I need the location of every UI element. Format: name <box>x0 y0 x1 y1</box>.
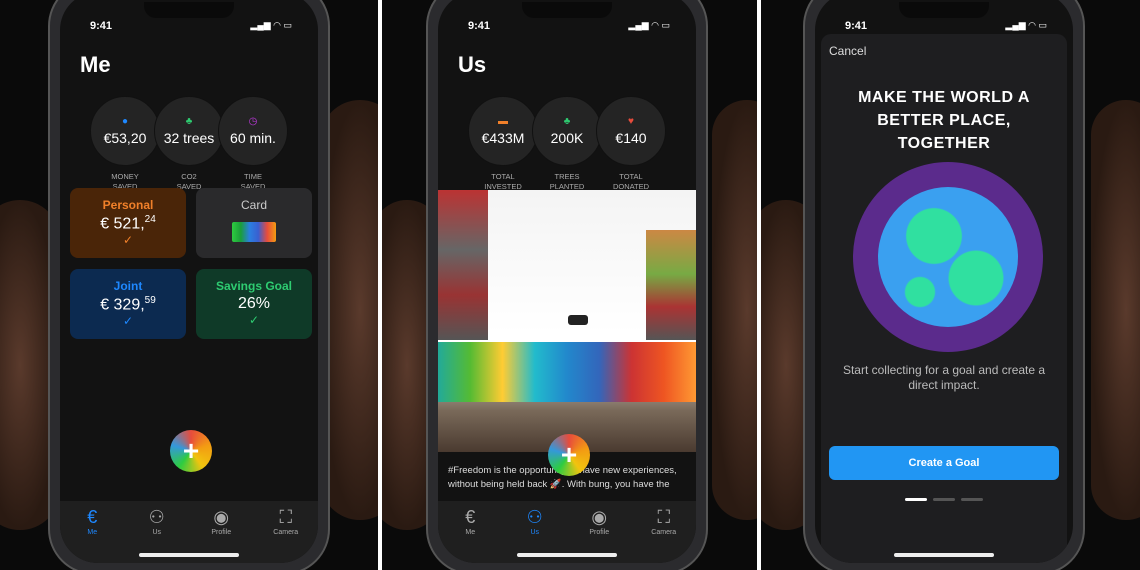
clock-icon: ◷ <box>248 116 258 127</box>
status-time: 9:41 <box>90 20 113 32</box>
stat-value: 200K <box>550 130 584 146</box>
stat-trees-planted: ♣ 200K <box>532 96 602 166</box>
tile-balance: € 521,24 <box>100 214 156 233</box>
money-icon: ▬ <box>498 116 508 127</box>
phone: 9:41 ▂▄▆ ◠ ▭ Cancel MAKE THE WORLD A BET… <box>803 0 1085 570</box>
home-indicator <box>517 553 617 557</box>
tile-label: Savings Goal <box>215 279 293 293</box>
status-icons: ▂▄▆ ◠ ▭ <box>628 20 670 30</box>
home-indicator <box>139 553 239 557</box>
description: Start collecting for a goal and create a… <box>842 363 1046 392</box>
status-time: 9:41 <box>845 20 868 32</box>
tile-label: Joint <box>113 279 143 293</box>
page-dot-active <box>905 498 927 501</box>
people-icon: ⚇ <box>148 507 165 527</box>
page-dot <box>961 498 983 501</box>
heart-icon: ♥ <box>628 116 634 127</box>
page-indicator <box>821 498 1067 501</box>
hand <box>712 100 757 520</box>
stat-value: 60 min. <box>230 130 276 146</box>
screen: 9:41 ▂▄▆ ◠ ▭ Cancel MAKE THE WORLD A BET… <box>815 0 1073 563</box>
cancel-button[interactable]: Cancel <box>829 44 866 58</box>
stat-value: €140 <box>615 130 647 146</box>
check-icon: ✓ <box>248 313 260 327</box>
stat-value: 32 trees <box>163 130 215 146</box>
create-goal-button[interactable]: Create a Goal <box>829 446 1059 480</box>
stat-total-donated: ♥ €140 <box>596 96 666 166</box>
stat-label: TOTAL DONATED <box>612 172 650 191</box>
stat-co2-saved: ♣ 32 trees <box>154 96 224 166</box>
profile-icon: ◉ <box>213 507 230 527</box>
tile-label: Card <box>240 198 267 212</box>
phone: 9:41 ▂▄▆ ◠ ▭ Me ● €53,20 ♣ 32 trees ◷ 60 mi… <box>48 0 330 570</box>
stat-label: TOTAL INVESTED <box>484 172 522 191</box>
panel-goal: 9:41 ▂▄▆ ◠ ▭ Cancel MAKE THE WORLD A BET… <box>761 0 1140 570</box>
tab-me[interactable]: € Me <box>67 507 117 563</box>
screen: 9:41 ▂▄▆ ◠ ▭ Us ▬ €433M ♣ 200K ♥ €140 TOTAL… <box>438 0 696 563</box>
panel-me: 9:41 ▂▄▆ ◠ ▭ Me ● €53,20 ♣ 32 trees ◷ 60 mi… <box>0 0 378 570</box>
euro-icon: € <box>87 507 98 527</box>
status-time: 9:41 <box>468 20 491 32</box>
page-dot <box>933 498 955 501</box>
add-button[interactable]: + <box>548 434 590 476</box>
camera-frame-icon: ⛶ <box>657 507 671 527</box>
home-indicator <box>894 553 994 557</box>
tile-label: Personal <box>102 198 154 212</box>
add-button[interactable]: + <box>170 430 212 472</box>
tab-me[interactable]: € Me <box>445 507 495 563</box>
stat-money-saved: ● €53,20 <box>90 96 160 166</box>
check-icon: ✓ <box>122 233 134 248</box>
stat-value: €53,20 <box>103 130 147 146</box>
headline: MAKE THE WORLD A BETTER PLACE, TOGETHER <box>858 89 1030 152</box>
tab-camera[interactable]: ⛶ Camera <box>639 507 689 563</box>
euro-icon: € <box>465 507 476 527</box>
page-title: Me <box>80 52 111 77</box>
status-icons: ▂▄▆ ◠ ▭ <box>250 20 292 30</box>
page-title: Us <box>458 52 487 77</box>
tile-joint[interactable]: Joint € 329,59 ✓ <box>70 269 186 339</box>
tree-icon: ♣ <box>563 116 571 127</box>
stat-time-saved: ◷ 60 min. <box>218 96 288 166</box>
tile-balance: € 329,59 <box>100 295 156 314</box>
people-icon: ⚇ <box>526 507 543 527</box>
screen: 9:41 ▂▄▆ ◠ ▭ Me ● €53,20 ♣ 32 trees ◷ 60 mi… <box>60 0 318 563</box>
modal-sheet: Cancel MAKE THE WORLD A BETTER PLACE, TO… <box>821 34 1067 563</box>
stat-total-invested: ▬ €433M <box>468 96 538 166</box>
status-icons: ▂▄▆ ◠ ▭ <box>1005 20 1047 30</box>
post-image[interactable] <box>438 190 696 452</box>
hand <box>1091 100 1140 520</box>
profile-icon: ◉ <box>591 507 608 527</box>
tree-icon: ♣ <box>185 116 193 127</box>
tile-savings-goal[interactable]: Savings Goal 26% ✓ <box>196 269 312 339</box>
tile-card[interactable]: Card <box>196 188 312 258</box>
stat-label: TREES PLANTED <box>549 172 585 191</box>
camera-frame-icon: ⛶ <box>279 507 293 527</box>
card-image <box>232 222 276 242</box>
stat-value: €433M <box>481 130 525 146</box>
piggy-bank-icon: ● <box>121 116 129 127</box>
tile-value: 26% <box>237 295 271 312</box>
earth-icon <box>853 162 1043 352</box>
check-icon: ✓ <box>122 314 134 329</box>
panel-us: 9:41 ▂▄▆ ◠ ▭ Us ▬ €433M ♣ 200K ♥ €140 TOTAL… <box>382 0 757 570</box>
phone: 9:41 ▂▄▆ ◠ ▭ Us ▬ €433M ♣ 200K ♥ €140 TOTAL… <box>426 0 708 570</box>
tile-personal[interactable]: Personal € 521,24 ✓ <box>70 188 186 258</box>
tab-camera[interactable]: ⛶ Camera <box>261 507 311 563</box>
